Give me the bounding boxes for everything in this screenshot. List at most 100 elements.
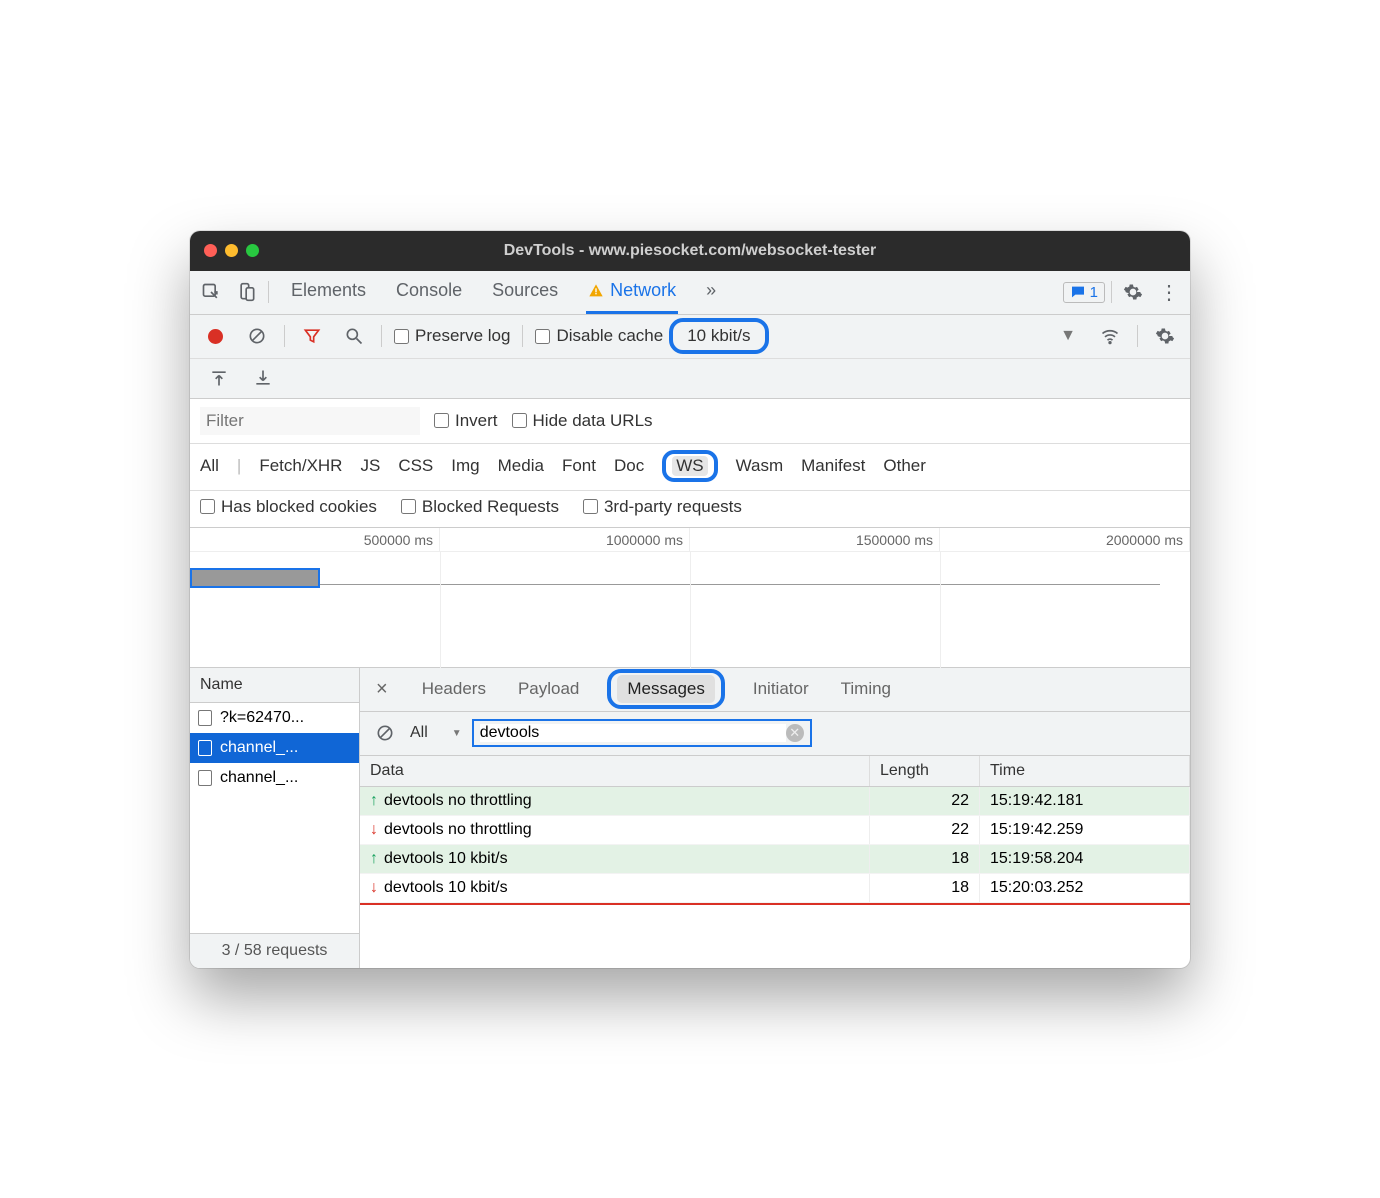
- col-time[interactable]: Time: [980, 756, 1190, 787]
- request-row[interactable]: channel_...: [190, 763, 359, 793]
- blocked-requests-checkbox[interactable]: Blocked Requests: [401, 497, 559, 517]
- devtools-window: DevTools - www.piesocket.com/websocket-t…: [190, 231, 1190, 968]
- tab-timing[interactable]: Timing: [837, 673, 895, 705]
- blocked-cookies-input[interactable]: [200, 499, 215, 514]
- settings-icon[interactable]: [1118, 277, 1148, 307]
- tab-elements[interactable]: Elements: [289, 271, 368, 314]
- tab-console[interactable]: Console: [394, 271, 464, 314]
- minimize-window-button[interactable]: [225, 244, 238, 257]
- hide-data-urls-checkbox[interactable]: Hide data URLs: [512, 411, 653, 431]
- clear-button[interactable]: [242, 321, 272, 351]
- divider: [522, 325, 523, 347]
- import-har-icon[interactable]: [204, 363, 234, 393]
- message-row[interactable]: ↓devtools 10 kbit/s1815:20:03.252: [360, 873, 1190, 902]
- filter-input[interactable]: [200, 407, 420, 435]
- request-name: channel_...: [220, 739, 298, 757]
- throttle-dropdown-icon[interactable]: ▼: [1053, 321, 1083, 351]
- request-name: channel_...: [220, 769, 298, 787]
- hide-data-urls-input[interactable]: [512, 413, 527, 428]
- detail-tab-bar: × Headers Payload Messages Initiator Tim…: [360, 668, 1190, 712]
- export-har-icon[interactable]: [248, 363, 278, 393]
- timeline-label: 1500000 ms: [690, 528, 940, 551]
- filter-fetch-xhr[interactable]: Fetch/XHR: [259, 456, 342, 476]
- search-icon[interactable]: [339, 321, 369, 351]
- message-row[interactable]: ↑devtools no throttling2215:19:42.181: [360, 786, 1190, 815]
- issues-badge[interactable]: 1: [1063, 282, 1105, 303]
- preserve-log-input[interactable]: [394, 329, 409, 344]
- message-row[interactable]: ↓devtools no throttling2215:19:42.259: [360, 815, 1190, 844]
- maximize-window-button[interactable]: [246, 244, 259, 257]
- record-button[interactable]: [200, 321, 230, 351]
- filter-doc[interactable]: Doc: [614, 456, 644, 476]
- filter-all[interactable]: All: [200, 456, 219, 476]
- kebab-menu-icon[interactable]: ⋮: [1154, 277, 1184, 307]
- request-row[interactable]: channel_...: [190, 733, 359, 763]
- tab-messages[interactable]: Messages: [607, 669, 724, 709]
- inspect-element-icon[interactable]: [196, 277, 226, 307]
- message-time: 15:19:42.181: [980, 786, 1190, 815]
- throttling-selector[interactable]: 10 kbit/s: [669, 318, 768, 354]
- messages-direction-filter[interactable]: All: [410, 724, 462, 742]
- tab-payload[interactable]: Payload: [514, 673, 583, 705]
- blocked-requests-input[interactable]: [401, 499, 416, 514]
- device-toolbar-icon[interactable]: [232, 277, 262, 307]
- messages-filter-input[interactable]: [480, 724, 786, 742]
- message-length: 18: [870, 844, 980, 873]
- chat-icon: [1070, 284, 1086, 300]
- divider: [1111, 281, 1112, 303]
- preserve-log-checkbox[interactable]: Preserve log: [394, 326, 510, 346]
- tab-headers[interactable]: Headers: [418, 673, 490, 705]
- filter-css[interactable]: CSS: [398, 456, 433, 476]
- timeline-body[interactable]: [190, 552, 1190, 668]
- third-party-input[interactable]: [583, 499, 598, 514]
- more-tabs-button[interactable]: »: [704, 271, 718, 314]
- timeline-selection[interactable]: [190, 568, 320, 588]
- tab-sources[interactable]: Sources: [490, 271, 560, 314]
- filter-media[interactable]: Media: [498, 456, 544, 476]
- filter-bar: Invert Hide data URLs: [190, 399, 1190, 444]
- filter-manifest[interactable]: Manifest: [801, 456, 865, 476]
- disable-cache-checkbox[interactable]: Disable cache: [535, 326, 663, 346]
- message-row[interactable]: ↑devtools 10 kbit/s1815:19:58.204: [360, 844, 1190, 873]
- filter-img[interactable]: Img: [451, 456, 479, 476]
- blocked-cookies-checkbox[interactable]: Has blocked cookies: [200, 497, 377, 517]
- request-row[interactable]: ?k=62470...: [190, 703, 359, 733]
- network-conditions-icon[interactable]: [1095, 321, 1125, 351]
- file-icon: [198, 740, 212, 756]
- close-window-button[interactable]: [204, 244, 217, 257]
- tab-network[interactable]: Network: [586, 271, 678, 314]
- request-detail-panel: × Headers Payload Messages Initiator Tim…: [360, 668, 1190, 968]
- network-settings-icon[interactable]: [1150, 321, 1180, 351]
- filter-ws[interactable]: WS: [662, 450, 717, 482]
- invert-input[interactable]: [434, 413, 449, 428]
- divider: [284, 325, 285, 347]
- invert-checkbox[interactable]: Invert: [434, 411, 498, 431]
- timeline-label: 500000 ms: [190, 528, 440, 551]
- timeline-label: 1000000 ms: [440, 528, 690, 551]
- third-party-checkbox[interactable]: 3rd-party requests: [583, 497, 742, 517]
- arrow-down-icon: ↓: [370, 879, 378, 896]
- file-icon: [198, 770, 212, 786]
- clear-filter-icon[interactable]: ✕: [786, 724, 804, 742]
- third-party-label: 3rd-party requests: [604, 497, 742, 517]
- filter-wasm[interactable]: Wasm: [736, 456, 784, 476]
- clear-messages-button[interactable]: [370, 718, 400, 748]
- messages-filter-field[interactable]: ✕: [472, 719, 812, 747]
- filter-js[interactable]: JS: [360, 456, 380, 476]
- close-detail-button[interactable]: ×: [370, 678, 394, 701]
- overview-timeline[interactable]: 500000 ms 1000000 ms 1500000 ms 2000000 …: [190, 528, 1190, 668]
- disable-cache-input[interactable]: [535, 329, 550, 344]
- col-data[interactable]: Data: [360, 756, 870, 787]
- blocked-cookies-label: Has blocked cookies: [221, 497, 377, 517]
- divider: [268, 281, 269, 303]
- main-tab-bar: Elements Console Sources Network » 1 ⋮: [190, 271, 1190, 315]
- filter-other[interactable]: Other: [883, 456, 926, 476]
- filter-font[interactable]: Font: [562, 456, 596, 476]
- filter-toggle-icon[interactable]: [297, 321, 327, 351]
- divider: [1137, 325, 1138, 347]
- col-length[interactable]: Length: [870, 756, 980, 787]
- request-list-header[interactable]: Name: [190, 668, 359, 703]
- arrow-down-icon: ↓: [370, 821, 378, 838]
- disable-cache-label: Disable cache: [556, 326, 663, 346]
- tab-initiator[interactable]: Initiator: [749, 673, 813, 705]
